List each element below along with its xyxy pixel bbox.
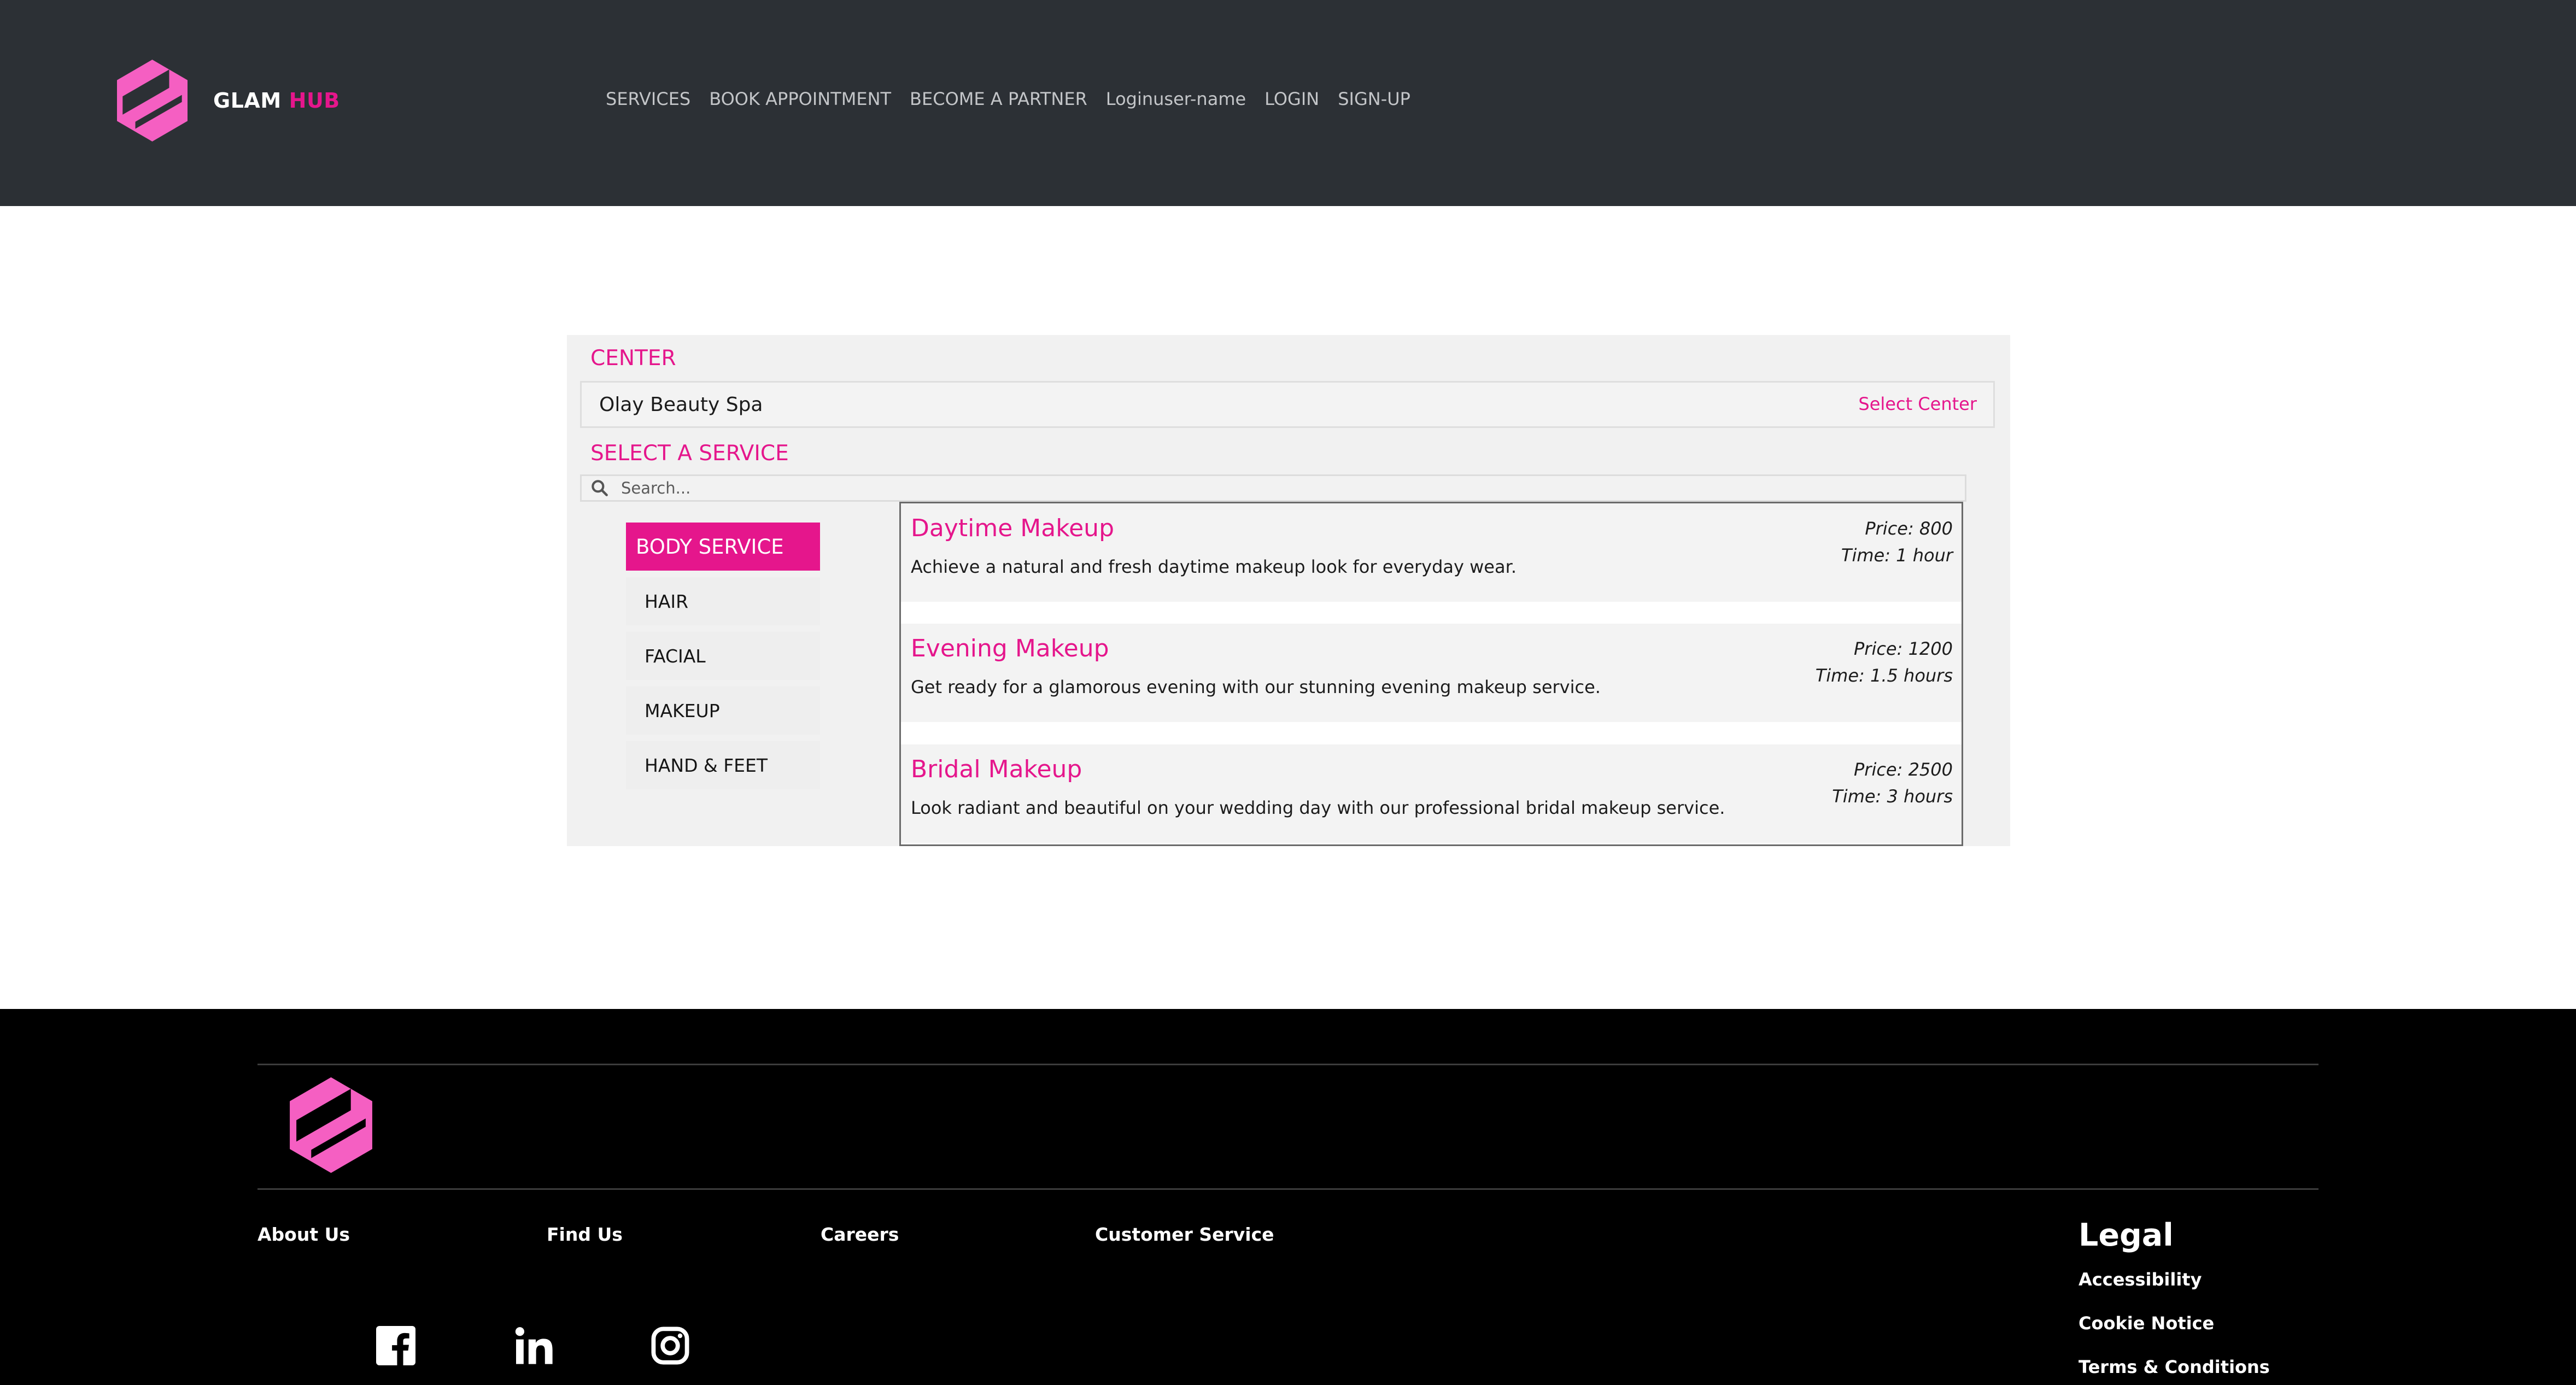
instagram-icon[interactable] [651, 1326, 690, 1365]
category-facial[interactable]: FACIAL [626, 632, 820, 680]
legal-link-accessibility[interactable]: Accessibility [2079, 1269, 2202, 1290]
facebook-icon[interactable] [376, 1326, 415, 1365]
service-item-daytime-makeup[interactable]: Daytime Makeup Achieve a natural and fre… [901, 503, 1962, 602]
selected-center-value: Olay Beauty Spa [599, 394, 763, 416]
nav-services[interactable]: SERVICES [606, 89, 690, 109]
center-section-title: CENTER [590, 346, 676, 371]
footer-link-about-us[interactable]: About Us [257, 1224, 350, 1245]
brand-name-accent: HUB [289, 89, 340, 113]
service-name: Bridal Makeup [911, 755, 1082, 783]
category-hair[interactable]: HAIR [626, 577, 820, 625]
service-price: Price: 800 [1865, 518, 1953, 539]
service-time: Time: 3 hours [1832, 786, 1953, 807]
nav-login[interactable]: LOGIN [1264, 89, 1319, 109]
brand-name-primary: GLAM [213, 89, 282, 113]
service-section-title: SELECT A SERVICE [590, 441, 789, 466]
legal-link-cookie-notice[interactable]: Cookie Notice [2079, 1313, 2214, 1334]
category-body-service[interactable]: BODY SERVICE [626, 523, 820, 571]
legal-link-terms-and-conditions[interactable]: Terms & Conditions [2079, 1357, 2270, 1377]
service-description: Get ready for a glamorous evening with o… [911, 677, 1601, 697]
brand-name: GLAM HUB [213, 89, 340, 113]
service-time: Time: 1.5 hours [1815, 665, 1953, 686]
nav-login-username[interactable]: Loginuser-name [1106, 89, 1246, 109]
service-name: Daytime Makeup [911, 514, 1115, 542]
booking-panel: CENTER Olay Beauty Spa Select Center SEL… [567, 335, 2010, 846]
service-description: Achieve a natural and fresh daytime make… [911, 556, 1517, 577]
service-time: Time: 1 hour [1841, 545, 1953, 566]
service-item-bridal-makeup[interactable]: Bridal Makeup Look radiant and beautiful… [901, 744, 1962, 843]
footer-divider [257, 1064, 2319, 1065]
footer-divider [257, 1188, 2319, 1190]
select-center-button[interactable]: Select Center [1858, 394, 1977, 414]
glam-hub-logo-icon [290, 1077, 372, 1173]
footer-link-customer-service[interactable]: Customer Service [1095, 1224, 1274, 1245]
service-description: Look radiant and beautiful on your weddi… [911, 797, 1725, 818]
category-makeup[interactable]: MAKEUP [626, 686, 820, 735]
top-navbar: GLAM HUB SERVICES BOOK APPOINTMENT BECOME… [0, 0, 2576, 206]
service-search-box [580, 474, 1966, 502]
category-hand-and-feet[interactable]: HAND & FEET [626, 741, 820, 789]
brand-home-link[interactable]: GLAM HUB [117, 60, 445, 142]
footer-link-find-us[interactable]: Find Us [547, 1224, 623, 1245]
footer-link-careers[interactable]: Careers [821, 1224, 899, 1245]
service-list: Daytime Makeup Achieve a natural and fre… [899, 502, 1963, 846]
site-footer: About Us Find Us Careers Customer Servic… [0, 1009, 2576, 1385]
search-icon [592, 480, 608, 496]
service-price: Price: 2500 [1853, 759, 1953, 780]
center-selector[interactable]: Olay Beauty Spa Select Center [580, 381, 1995, 428]
linkedin-icon[interactable] [514, 1326, 554, 1365]
service-price: Price: 1200 [1853, 638, 1953, 659]
glam-hub-logo-icon [117, 60, 188, 142]
nav-book-appointment[interactable]: BOOK APPOINTMENT [709, 89, 891, 109]
service-item-evening-makeup[interactable]: Evening Makeup Get ready for a glamorous… [901, 624, 1962, 722]
nav-sign-up[interactable]: SIGN-UP [1338, 89, 1410, 109]
service-name: Evening Makeup [911, 635, 1109, 662]
service-search-input[interactable] [620, 478, 1934, 498]
category-list: BODY SERVICE HAIR FACIAL MAKEUP HAND & F… [626, 523, 820, 796]
main-nav: SERVICES BOOK APPOINTMENT BECOME A PARTN… [606, 89, 1410, 109]
nav-become-a-partner[interactable]: BECOME A PARTNER [910, 89, 1087, 109]
legal-heading: Legal [2079, 1217, 2174, 1253]
